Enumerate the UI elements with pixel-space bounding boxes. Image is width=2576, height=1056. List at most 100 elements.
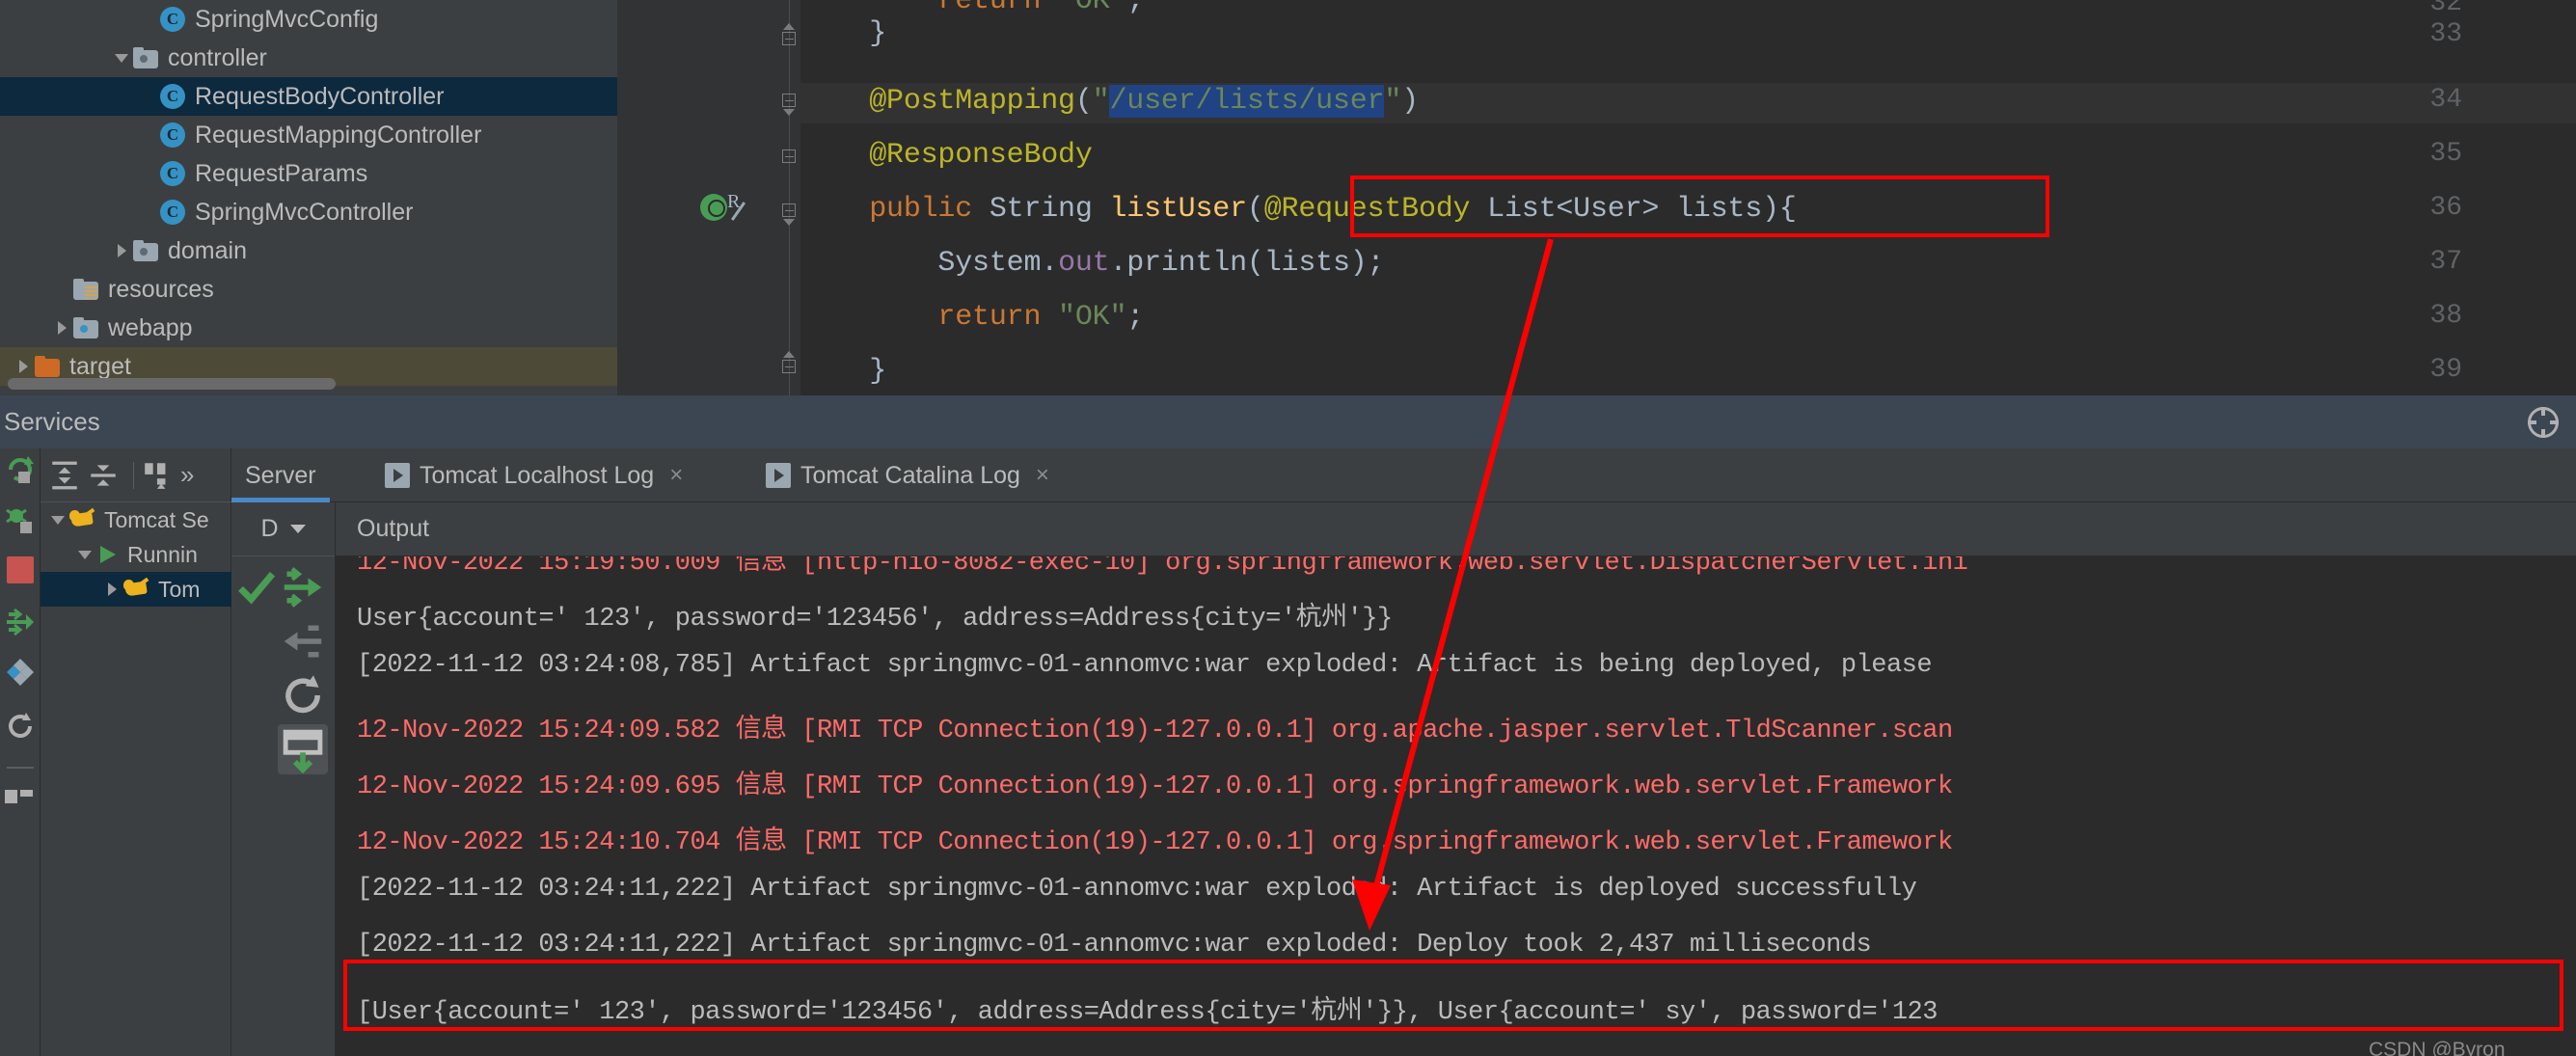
- restart-icon[interactable]: [282, 674, 324, 717]
- fold-marker[interactable]: [777, 89, 800, 116]
- services-tree-item-tomcat-server[interactable]: Tomcat Se: [41, 502, 231, 537]
- log-line: User{account=' 123', password='123456', …: [357, 605, 1393, 634]
- fold-marker[interactable]: [777, 23, 800, 50]
- group-by-icon[interactable]: [142, 459, 175, 492]
- line-number: 33: [2429, 19, 2462, 49]
- console-tab-bar[interactable]: Server Tomcat Localhost Log × Tomcat Cat…: [231, 448, 2576, 502]
- close-icon[interactable]: ×: [669, 462, 683, 489]
- fold-marker[interactable]: [777, 351, 800, 378]
- log-line: 12-Nov-2022 15:24:09.582 信息 [RMI TCP Con…: [357, 717, 1953, 745]
- services-tree-item-running[interactable]: Runnin: [41, 537, 231, 572]
- tab-label: Server: [245, 461, 316, 489]
- tree-item-label: RequestMappingController: [195, 121, 482, 149]
- chevron-down-icon[interactable]: [289, 525, 306, 533]
- resources-folder-icon: [73, 279, 98, 300]
- rerun-icon[interactable]: [5, 454, 36, 485]
- code-line-37: System.out.println(lists);: [800, 247, 1385, 280]
- chevron-right-icon[interactable]: [14, 356, 35, 377]
- rail-divider: [7, 767, 34, 769]
- tree-item-requestparams[interactable]: C RequestParams: [0, 154, 617, 193]
- debug-rerun-icon[interactable]: [5, 504, 36, 535]
- stop-icon[interactable]: [7, 556, 34, 583]
- expand-all-icon[interactable]: [48, 459, 81, 492]
- deploy-artifact-icon[interactable]: [5, 657, 36, 688]
- log-line: 12-Nov-2022 15:24:10.704 信息 [RMI TCP Con…: [357, 828, 1953, 857]
- run-method-gutter-icon[interactable]: R: [700, 191, 758, 224]
- tree-item-controller[interactable]: controller: [0, 39, 617, 77]
- close-icon[interactable]: ×: [1036, 462, 1049, 489]
- deploy-green-icon[interactable]: [282, 566, 324, 609]
- tree-item-domain[interactable]: domain: [0, 231, 617, 270]
- package-folder-icon: [133, 240, 158, 261]
- code-line-39: }: [800, 355, 887, 388]
- code-line-33: }: [800, 17, 887, 50]
- tomcat-icon: [123, 577, 149, 600]
- tree-item-label: SpringMvcConfig: [195, 5, 379, 33]
- services-tree-panel[interactable]: » Tomcat Se Runnin Tom: [41, 448, 231, 1056]
- services-tree-item-tomcat-instance[interactable]: Tom: [41, 572, 231, 607]
- services-body: » Tomcat Se Runnin Tom Server Tomcat Loc…: [0, 448, 2576, 1056]
- tree-item-webapp[interactable]: webapp: [0, 309, 617, 347]
- tree-item-label: RequestBodyController: [195, 82, 445, 110]
- chevron-down-icon[interactable]: [48, 509, 69, 530]
- services-tree[interactable]: Tomcat Se Runnin Tom: [41, 502, 231, 607]
- class-icon: C: [160, 7, 185, 32]
- tree-item-requestmappingcontroller[interactable]: C RequestMappingController: [0, 116, 617, 154]
- fold-marker[interactable]: [777, 199, 800, 226]
- red-annotation-box-output-line: [343, 960, 2563, 1031]
- restart-server-icon[interactable]: [5, 711, 36, 742]
- tab-label: Tomcat Catalina Log: [800, 461, 1020, 489]
- fold-marker[interactable]: [777, 145, 800, 168]
- chevron-right-icon[interactable]: [112, 240, 133, 261]
- deployment-selector[interactable]: D: [231, 502, 335, 556]
- redeploy-icon[interactable]: [5, 607, 36, 637]
- tab-tomcat-localhost-log[interactable]: Tomcat Localhost Log ×: [371, 448, 696, 502]
- webapp-folder-icon: [73, 317, 98, 338]
- undeploy-gray-icon[interactable]: [282, 620, 324, 663]
- tree-item-label: webapp: [108, 313, 193, 341]
- check-mark-icon[interactable]: [235, 566, 278, 609]
- services-tree-item-label: Tomcat Se: [104, 506, 209, 532]
- run-play-icon: [96, 544, 118, 565]
- tree-item-springmvccontroller[interactable]: C SpringMvcController: [0, 193, 617, 231]
- services-action-rail[interactable]: [0, 448, 41, 1056]
- project-tree-horizontal-scrollbar[interactable]: [8, 378, 336, 390]
- run-globe-icon[interactable]: [700, 194, 727, 221]
- crosshair-target-icon[interactable]: [2528, 407, 2559, 438]
- tree-item-label: controller: [168, 43, 267, 71]
- console-side-toolbar[interactable]: D: [231, 502, 336, 1056]
- watermark: CSDN @Byron__: [2369, 1039, 2528, 1056]
- code-line-34: @PostMapping("/user/lists/user"): [800, 85, 1419, 118]
- layout-icon[interactable]: [5, 784, 36, 815]
- services-header-bar: Services: [0, 395, 2576, 448]
- chevron-right-icon[interactable]: [52, 317, 73, 338]
- tree-item-label: RequestParams: [195, 159, 368, 187]
- console-output[interactable]: 12-Nov-2022 15:19:50.009 信息 [http-nio-80…: [336, 556, 2576, 1056]
- class-icon: C: [160, 84, 185, 109]
- tab-server[interactable]: Server: [231, 448, 330, 502]
- services-title: Services: [4, 407, 100, 436]
- chevron-right-icon[interactable]: [102, 579, 123, 600]
- tree-item-label: resources: [108, 275, 214, 303]
- tab-label: Tomcat Localhost Log: [420, 461, 655, 489]
- log-line: 12-Nov-2022 15:19:50.009 信息 [http-nio-80…: [357, 556, 1968, 578]
- chevron-down-icon[interactable]: [112, 47, 133, 68]
- collapse-all-icon[interactable]: [87, 459, 120, 492]
- project-tool-window[interactable]: C SpringMvcConfig controller C RequestBo…: [0, 0, 617, 395]
- more-options-icon[interactable]: »: [180, 460, 194, 490]
- scroll-to-end-icon[interactable]: [278, 724, 328, 774]
- tree-item-springmvcconfig[interactable]: C SpringMvcConfig: [0, 0, 617, 39]
- tree-item-requestbodycontroller[interactable]: C RequestBodyController: [0, 77, 617, 116]
- tab-tomcat-catalina-log[interactable]: Tomcat Catalina Log ×: [752, 448, 1063, 502]
- line-number: 32: [2429, 0, 2462, 18]
- line-number: 37: [2429, 247, 2462, 277]
- intellij-idea-window: C SpringMvcConfig controller C RequestBo…: [0, 0, 2576, 1056]
- log-line: 12-Nov-2022 15:24:09.695 信息 [RMI TCP Con…: [357, 772, 1953, 801]
- chevron-down-icon[interactable]: [75, 544, 96, 565]
- services-tree-item-label: Tom: [158, 576, 201, 602]
- top-area: C SpringMvcConfig controller C RequestBo…: [0, 0, 2576, 395]
- tree-item-label: SpringMvcController: [195, 198, 414, 226]
- services-tree-toolbar[interactable]: »: [41, 448, 231, 502]
- tree-item-resources[interactable]: resources: [0, 270, 617, 309]
- fold-column: [789, 0, 790, 395]
